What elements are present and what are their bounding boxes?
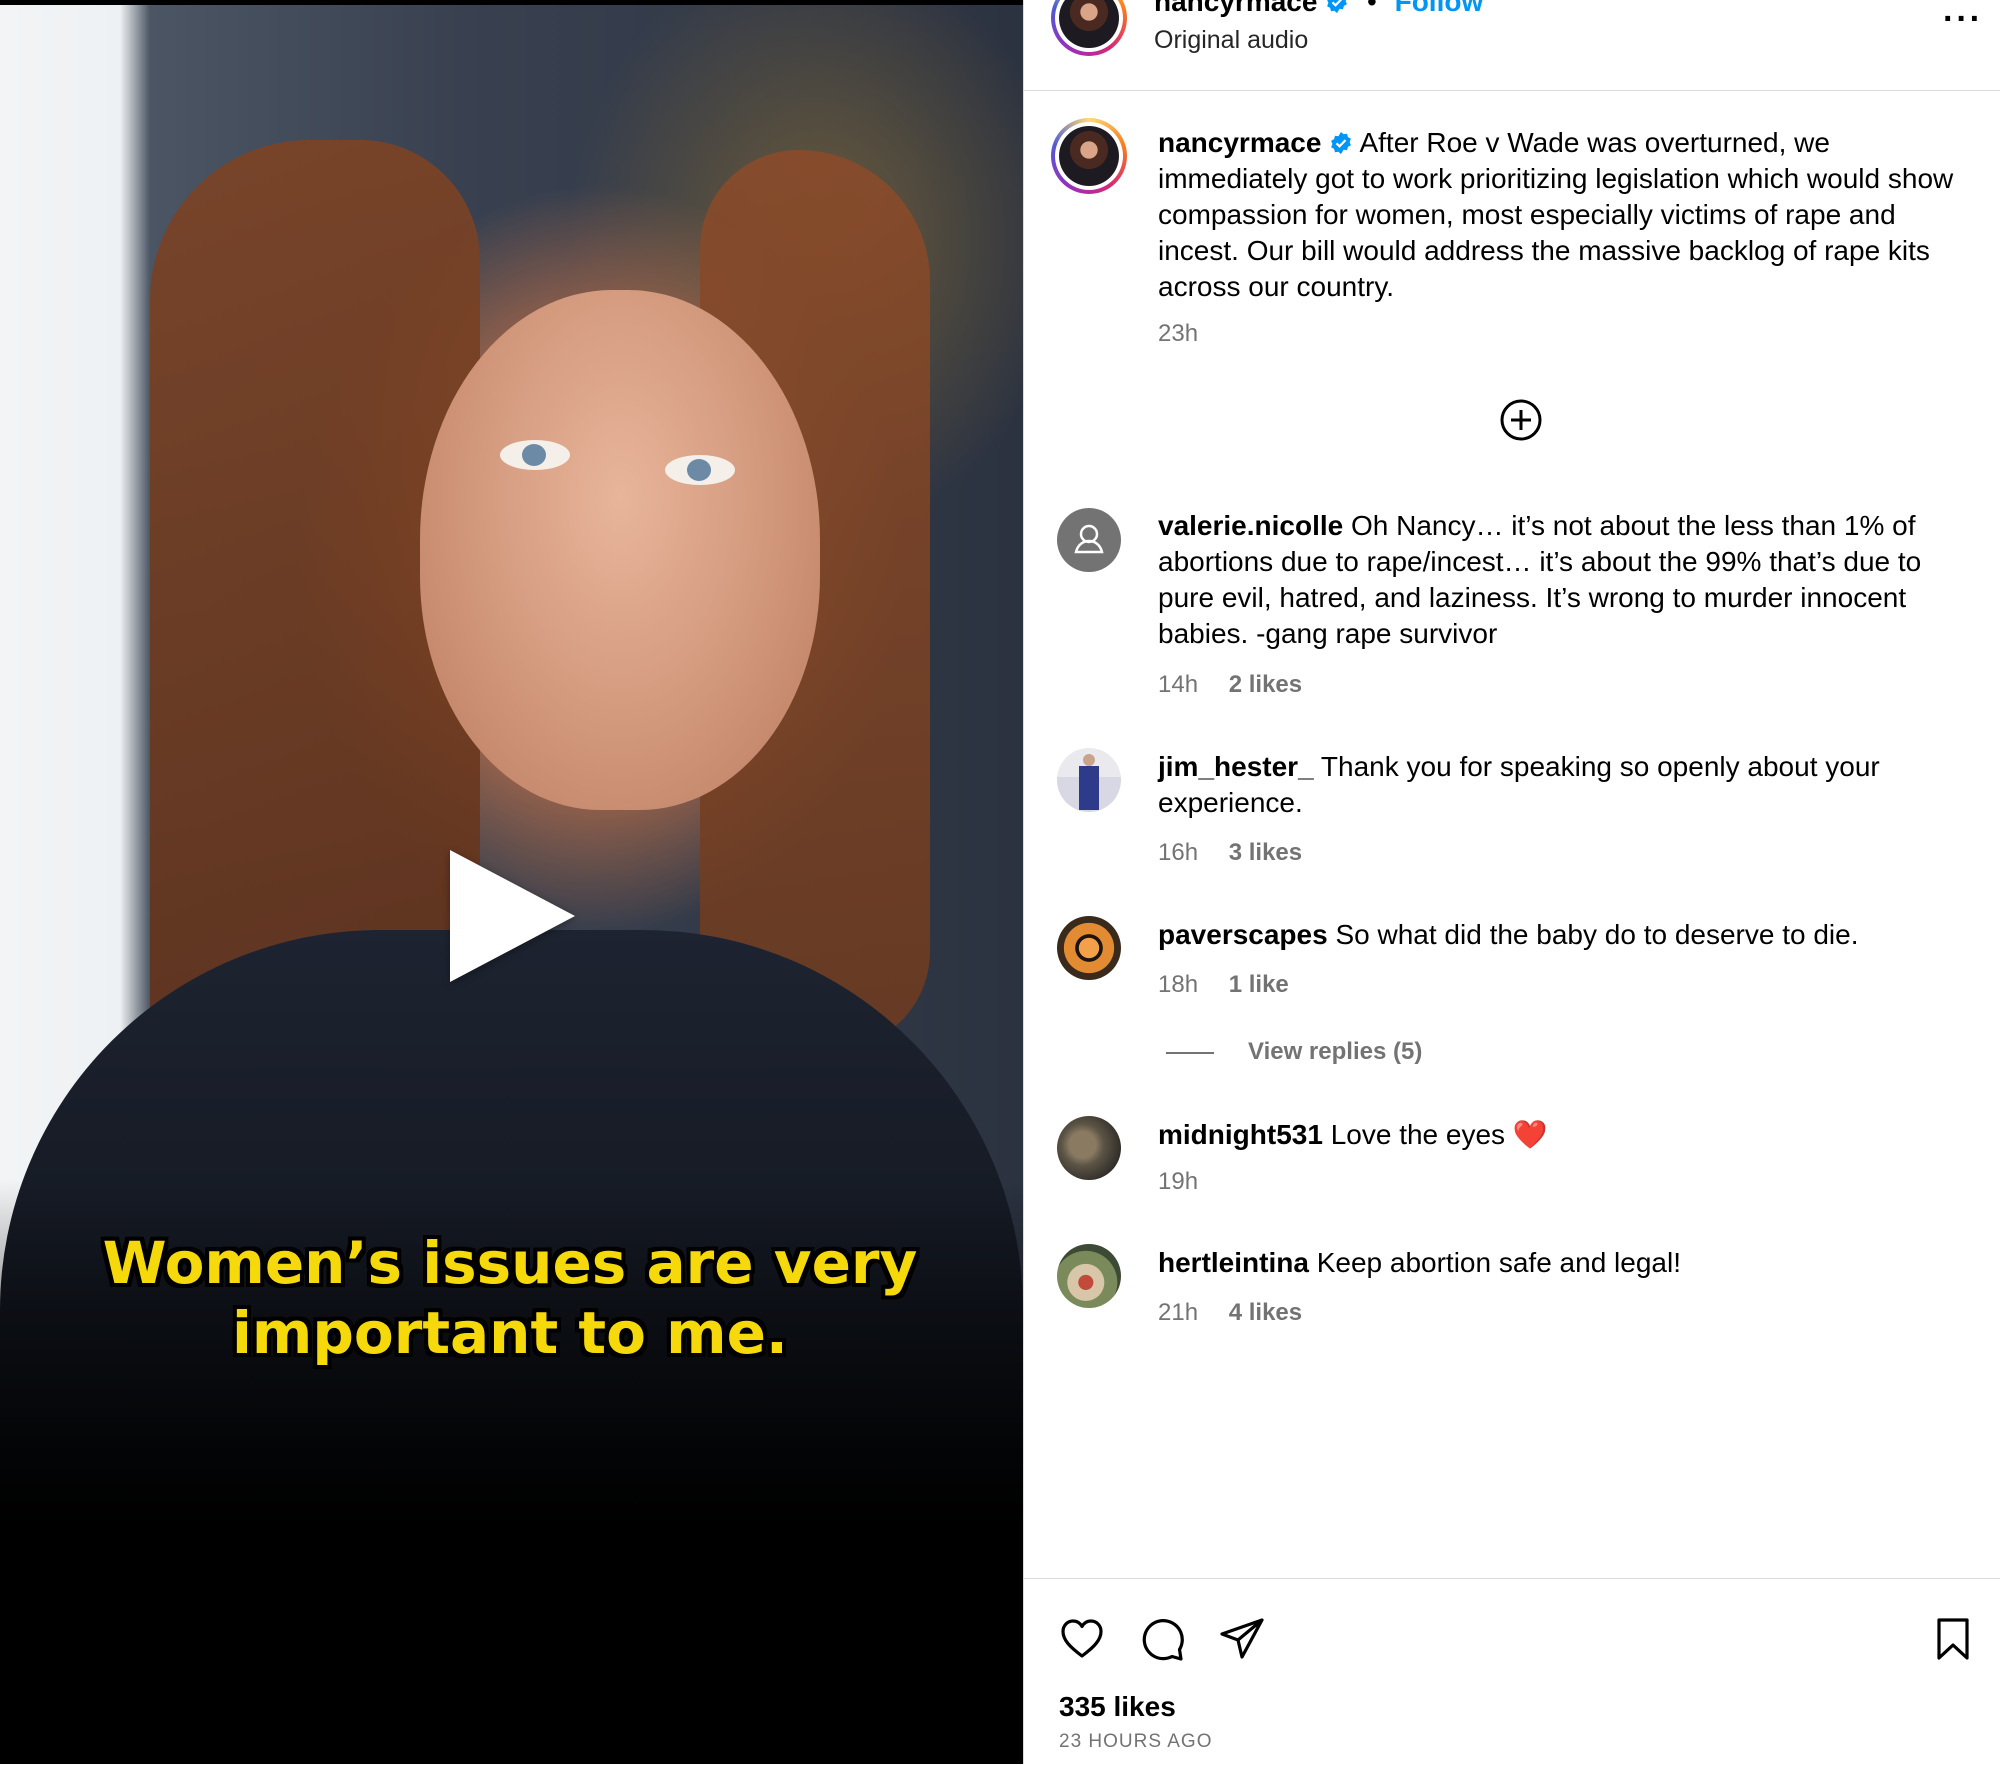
caption-meta: 23h — [1158, 320, 1222, 348]
comment-username[interactable]: hertleintina — [1158, 1247, 1309, 1278]
comment-time[interactable]: 16h — [1158, 839, 1198, 866]
video-caption-line: Women’s issues are very — [102, 1229, 918, 1297]
header-separator: • — [1367, 0, 1377, 17]
comment-likes[interactable]: 4 likes — [1229, 1299, 1302, 1326]
comment-text: So what did the baby do to deserve to di… — [1335, 919, 1859, 950]
commenter-avatar[interactable] — [1057, 1244, 1121, 1308]
comment-likes[interactable]: 3 likes — [1229, 839, 1302, 866]
video-frame-eye — [665, 455, 735, 485]
comment-username[interactable]: valerie.nicolle — [1158, 510, 1343, 541]
post-timestamp: 23 HOURS AGO — [1059, 1731, 1213, 1752]
video-caption: Women’s issues are very important to me. — [60, 1228, 960, 1368]
commenter-avatar[interactable] — [1057, 748, 1121, 812]
default-user-icon — [1074, 524, 1104, 554]
follow-button[interactable]: Follow — [1395, 0, 1484, 17]
author-name-line: nancyrmace • Follow — [1154, 0, 1483, 18]
comment-text-block: paverscapes So what did the baby do to d… — [1158, 917, 1968, 953]
like-heart-icon[interactable] — [1058, 1615, 1106, 1663]
commenter-avatar[interactable] — [1057, 508, 1121, 572]
heart-emoji: ❤️ — [1512, 1119, 1548, 1150]
play-icon[interactable] — [450, 850, 575, 982]
author-avatar[interactable] — [1051, 0, 1127, 56]
comment-meta: 14h 2 likes — [1158, 671, 1326, 699]
video-frame-face — [420, 290, 820, 810]
view-replies-button[interactable]: View replies (5) — [1166, 1038, 1422, 1066]
comment-meta: 21h 4 likes — [1158, 1299, 1326, 1327]
commenter-avatar[interactable] — [1057, 1116, 1121, 1180]
video-frame-eye — [500, 440, 570, 470]
author-username[interactable]: nancyrmace — [1154, 0, 1317, 17]
caption-username[interactable]: nancyrmace — [1158, 127, 1321, 158]
comment-time[interactable]: 19h — [1158, 1168, 1198, 1195]
author-avatar[interactable] — [1051, 118, 1127, 194]
view-replies-label: View replies (5) — [1248, 1038, 1423, 1065]
video-top-edge — [0, 0, 1023, 5]
more-options-icon[interactable]: ··· — [1943, 0, 1983, 39]
comment-time[interactable]: 18h — [1158, 971, 1198, 998]
comment-text-block: valerie.nicolle Oh Nancy… it’s not about… — [1158, 508, 1968, 652]
comment-text: Love the eyes — [1330, 1119, 1506, 1150]
commenter-avatar[interactable] — [1057, 916, 1121, 980]
comment-username[interactable]: jim_hester_ — [1158, 751, 1314, 782]
verified-badge-icon — [1331, 132, 1352, 154]
original-audio-link[interactable]: Original audio — [1154, 26, 1308, 55]
likes-count[interactable]: 335 likes — [1059, 1691, 1176, 1723]
video-player[interactable]: Women’s issues are very important to me. — [0, 0, 1023, 1764]
comment-text-block: midnight531 Love the eyes ❤️ — [1158, 1117, 1968, 1153]
save-bookmark-icon[interactable] — [1929, 1615, 1977, 1663]
post-header: nancyrmace • Follow Original audio ··· — [1024, 0, 2000, 91]
comment-bubble-icon[interactable] — [1138, 1615, 1186, 1663]
comment-likes[interactable]: 2 likes — [1229, 671, 1302, 698]
avatar-image — [1059, 126, 1119, 186]
comment-meta: 16h 3 likes — [1158, 839, 1326, 867]
comment-username[interactable]: paverscapes — [1158, 919, 1328, 950]
action-bar: 335 likes 23 HOURS AGO — [1024, 1578, 2000, 1765]
comment-likes[interactable]: 1 like — [1229, 971, 1289, 998]
comment-time[interactable]: 21h — [1158, 1299, 1198, 1326]
comment-meta: 19h — [1158, 1168, 1222, 1196]
verified-badge-icon — [1327, 0, 1348, 13]
share-send-icon[interactable] — [1218, 1615, 1266, 1663]
load-more-comments-icon[interactable] — [1499, 398, 1543, 442]
caption-text-block: nancyrmace After Roe v Wade was overturn… — [1158, 125, 1968, 305]
video-caption-line: important to me. — [232, 1299, 788, 1367]
comment-meta: 18h 1 like — [1158, 971, 1313, 999]
avatar-image — [1083, 754, 1095, 766]
comment-text: Keep abortion safe and legal! — [1316, 1247, 1681, 1278]
post-panel: nancyrmace • Follow Original audio ··· n… — [1023, 0, 2000, 1764]
comment-username[interactable]: midnight531 — [1158, 1119, 1323, 1150]
avatar-image — [1079, 766, 1099, 810]
comment-text-block: hertleintina Keep abortion safe and lega… — [1158, 1245, 1968, 1281]
comment-text-block: jim_hester_ Thank you for speaking so op… — [1158, 749, 1968, 821]
comment-time[interactable]: 14h — [1158, 671, 1198, 698]
view-replies-line — [1166, 1051, 1214, 1054]
caption-time[interactable]: 23h — [1158, 320, 1198, 347]
